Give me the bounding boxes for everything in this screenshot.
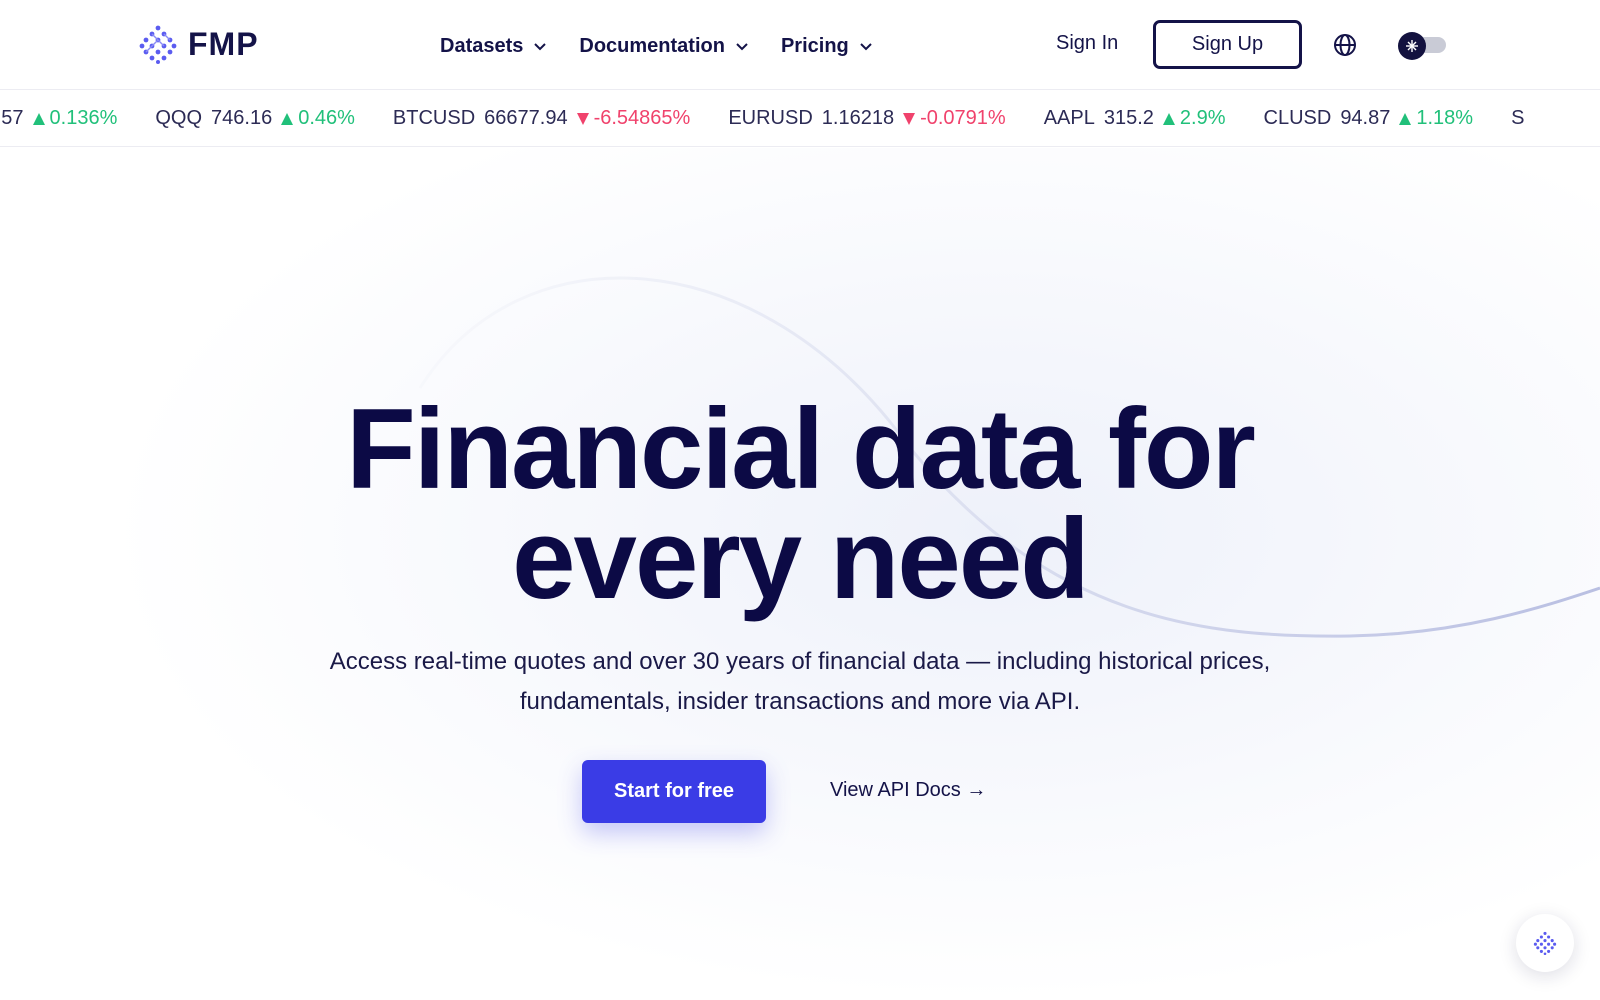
ticker-symbol: QQQ [155, 107, 203, 129]
nav-item-datasets[interactable]: Datasets [440, 30, 547, 62]
ticker-change: 0.136% [49, 107, 118, 129]
ticker-change: -6.54865% [593, 107, 691, 129]
nav-item-label: Pricing [780, 34, 849, 57]
fmp-logo-icon [139, 25, 177, 64]
market-ticker: Y759.570.136%QQQ746.160.46%BTCUSD66677.9… [0, 91, 1600, 147]
ticker-price: 746.16 [211, 107, 273, 129]
ticker-item[interactable]: EURUSD 1.16218 -0.0791% [728, 107, 1005, 130]
ticker-item[interactable]: Y759.570.136% [0, 107, 117, 130]
main-nav: Datasets Documentation Pricing [440, 30, 873, 62]
chevron-down-icon [534, 43, 547, 51]
hero-title: Financial data for every need [200, 393, 1400, 617]
site-header: FMP Datasets Documentation Pricing Sign … [0, 0, 1600, 90]
ticker-change: 0.46% [298, 107, 355, 129]
brand-logo[interactable]: FMP [138, 24, 259, 64]
ticker-price: 94.87 [1340, 107, 1391, 129]
sign-up-button[interactable]: Sign Up [1153, 20, 1302, 69]
nav-item-label: Documentation [579, 34, 725, 57]
ticker-symbol: BTCUSD [392, 107, 476, 129]
chat-widget-button[interactable] [1516, 914, 1574, 972]
brand-name: FMP [188, 25, 259, 62]
hero-title-line-1: Financial data for [346, 386, 1256, 513]
ticker-price: 315.2 [1103, 107, 1154, 129]
arrow-up-icon [32, 112, 45, 125]
ticker-symbol: CLUSD [1263, 107, 1332, 129]
ticker-change: 1.18% [1416, 107, 1474, 129]
ticker-price: 1.16218 [821, 107, 895, 129]
theme-toggle-icon [1398, 32, 1426, 60]
ticker-price: 66677.94 [484, 107, 568, 129]
ticker-item[interactable]: CLUSD 94.87 1.18% [1264, 107, 1474, 130]
ticker-symbol: S [1511, 107, 1525, 129]
ticker-change: -0.0791% [920, 107, 1006, 129]
arrow-up-icon [1162, 112, 1175, 125]
view-api-docs-link[interactable]: View API Docs → [830, 779, 986, 802]
hero-subtitle-line-1: Access real-time quotes and over 30 year… [329, 648, 1271, 675]
hero-title-line-2: every need [512, 496, 1090, 623]
ticker-symbol: AAPL [1043, 107, 1095, 129]
chevron-down-icon [860, 43, 872, 51]
fmp-logo-icon [1533, 931, 1557, 955]
nav-item-label: Datasets [440, 34, 524, 57]
ticker-price: 759.57 [0, 107, 24, 129]
ticker-item[interactable]: AAPL 315.2 2.9% [1044, 107, 1226, 130]
sign-in-link[interactable]: Sign In [1056, 32, 1118, 55]
chevron-down-icon [736, 43, 748, 51]
theme-toggle[interactable] [1398, 32, 1446, 60]
arrow-down-icon [903, 112, 916, 125]
arrow-down-icon [576, 112, 589, 125]
hero-subtitle: Access real-time quotes and over 30 year… [280, 642, 1320, 722]
ticker-symbol: EURUSD [728, 107, 813, 129]
ticker-change: 2.9% [1179, 107, 1226, 129]
ticker-item[interactable]: BTCUSD 66677.94 -6.54865% [393, 107, 690, 130]
globe-icon[interactable] [1332, 32, 1358, 58]
arrow-up-icon [1399, 112, 1412, 125]
start-for-free-button[interactable]: Start for free [582, 760, 766, 823]
nav-item-pricing[interactable]: Pricing [781, 30, 873, 62]
ticker-item[interactable]: QQQ 746.16 0.46% [155, 107, 355, 130]
hero-subtitle-line-2: fundamentals, insider transactions and m… [519, 688, 1081, 715]
arrow-up-icon [281, 112, 294, 125]
ticker-item[interactable]: S [1511, 107, 1533, 130]
ticker-track: Y759.570.136%QQQ746.160.46%BTCUSD66677.9… [0, 107, 1571, 130]
nav-item-documentation[interactable]: Documentation [579, 30, 749, 62]
